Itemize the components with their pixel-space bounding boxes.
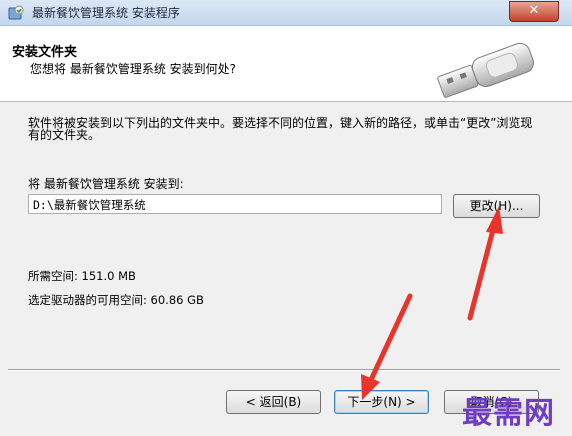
back-button[interactable]: < 返回(B) [226,390,321,414]
footer-divider [8,369,560,371]
install-location-label: 将 最新餐饮管理系统 安装到: [28,177,184,191]
close-button[interactable]: ✕ [509,1,559,22]
wizard-body: 软件将被安装到以下列出的文件夹中。要选择不同的位置，键入新的路径，或单击“更改”… [0,102,572,436]
usb-drive-icon [437,42,534,98]
window-title: 最新餐饮管理系统 安装程序 [32,6,180,20]
instructions-text: 软件将被安装到以下列出的文件夹中。要选择不同的位置，键入新的路径，或单击“更改”… [28,116,533,142]
title-bar: 最新餐饮管理系统 安装程序 ✕ [0,0,572,26]
browse-button[interactable]: 更改(H)... [453,194,540,218]
page-subtitle: 您想将 最新餐饮管理系统 安装到何处? [30,62,236,76]
required-space-text: 所需空间: 151.0 MB [28,269,136,283]
watermark-logo: 最需网 [462,396,555,431]
page-title: 安装文件夹 [12,45,78,60]
install-path-field[interactable]: D:\最新餐饮管理系统 [28,194,442,214]
available-space-text: 选定驱动器的可用空间: 60.86 GB [28,293,204,307]
wizard-header: 安装文件夹 您想将 最新餐饮管理系统 安装到何处? [0,26,572,102]
installer-app-icon [8,5,24,20]
next-button[interactable]: 下一步(N) > [334,390,429,414]
